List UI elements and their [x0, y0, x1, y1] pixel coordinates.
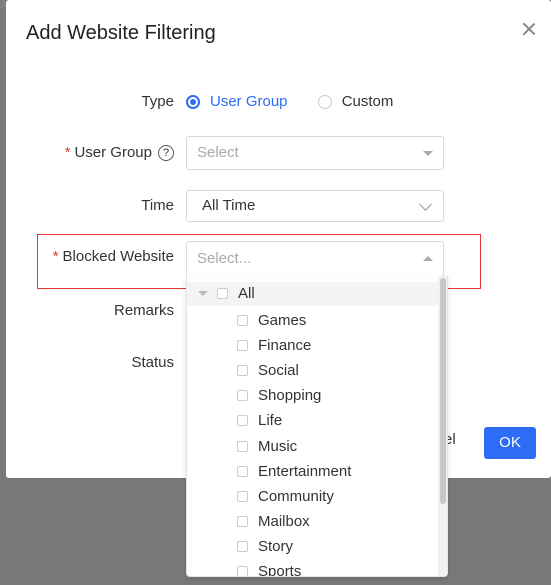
dropdown-item-label: Life [258, 412, 283, 429]
dropdown-item[interactable]: Community [187, 485, 437, 510]
caret-down-icon [423, 151, 433, 156]
radio-user-group-label: User Group [210, 93, 288, 110]
dropdown-item-label: Story [258, 538, 294, 555]
blocked-website-dropdown: All Games Finance Social Shopping Life M… [186, 276, 448, 577]
dropdown-item[interactable]: Music [187, 435, 437, 460]
checkbox-icon[interactable] [237, 566, 248, 576]
dropdown-item-label: Mailbox [258, 513, 310, 530]
checkbox-icon[interactable] [237, 441, 248, 452]
dropdown-item[interactable]: Life [187, 409, 437, 434]
dropdown-item-label: Entertainment [258, 463, 352, 480]
dropdown-item-label: Music [258, 438, 298, 455]
dropdown-item-label: Shopping [258, 387, 322, 404]
type-radio-group: User Group Custom [186, 93, 419, 113]
radio-unselected-icon [317, 94, 332, 109]
checkbox-icon[interactable] [237, 390, 248, 401]
chevron-down-icon [419, 198, 432, 211]
checkbox-icon[interactable] [217, 288, 228, 299]
radio-selected-icon [186, 94, 200, 109]
dropdown-item-label: Games [258, 312, 307, 329]
dropdown-item[interactable]: Story [187, 535, 437, 560]
dropdown-item[interactable]: Social [187, 359, 437, 384]
scrollbar-thumb[interactable] [440, 278, 446, 504]
time-select[interactable]: All Time [186, 190, 444, 222]
radio-custom[interactable]: Custom [317, 93, 394, 110]
user-group-label: * User Group? [65, 144, 174, 161]
checkbox-icon[interactable] [237, 365, 248, 376]
help-icon[interactable]: ? [158, 145, 174, 161]
ok-button[interactable]: OK [484, 427, 536, 459]
checkbox-icon[interactable] [237, 340, 248, 351]
checkbox-icon[interactable] [237, 516, 248, 527]
time-label: Time [141, 197, 174, 214]
checkbox-icon[interactable] [237, 315, 248, 326]
dropdown-item[interactable]: Mailbox [187, 510, 437, 535]
close-icon[interactable] [522, 22, 536, 36]
time-value: All Time [202, 197, 256, 214]
dialog-title: Add Website Filtering [26, 22, 216, 44]
user-group-placeholder: Select [197, 144, 239, 161]
dropdown-item-all[interactable]: All [187, 282, 447, 306]
checkbox-icon[interactable] [237, 415, 248, 426]
required-mark: * [64, 144, 71, 161]
type-label: Type [141, 93, 174, 110]
dropdown-item-all-label: All [238, 285, 255, 302]
remarks-label: Remarks [113, 302, 174, 319]
dropdown-item[interactable]: Entertainment [187, 460, 437, 485]
radio-user-group[interactable]: User Group [186, 93, 288, 110]
dropdown-item[interactable]: Shopping [187, 384, 437, 409]
collapse-caret-icon[interactable] [198, 291, 208, 296]
dropdown-item[interactable]: Sports [187, 560, 437, 577]
dropdown-scrollbar[interactable] [438, 276, 447, 576]
dropdown-item[interactable]: Games [187, 309, 437, 334]
radio-custom-label: Custom [341, 93, 394, 110]
dropdown-item-label: Sports [258, 563, 302, 577]
user-group-label-text: User Group [74, 144, 152, 161]
checkbox-icon[interactable] [237, 541, 248, 552]
dropdown-item[interactable]: Finance [187, 334, 437, 359]
dropdown-item-label: Community [258, 488, 334, 505]
checkbox-icon[interactable] [237, 491, 248, 502]
status-label: Status [131, 354, 174, 371]
user-group-select[interactable]: Select [186, 136, 444, 170]
dropdown-item-label: Social [258, 362, 299, 379]
checkbox-icon[interactable] [237, 466, 248, 477]
dropdown-item-label: Finance [258, 337, 312, 354]
